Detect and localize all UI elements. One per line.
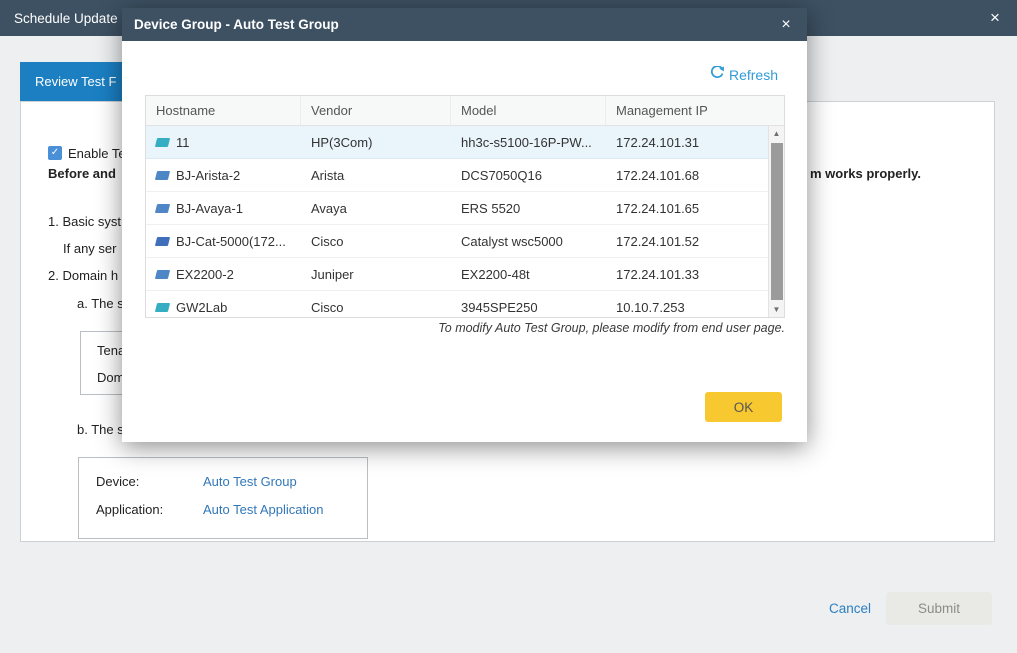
hostname-text: BJ-Cat-5000(172... <box>176 234 286 249</box>
screen: Schedule Update × Review Test F ✓ Enable… <box>0 0 1017 653</box>
cell-management-ip: 172.24.101.65 <box>606 201 768 216</box>
cell-hostname: EX2200-2 <box>146 267 301 282</box>
table-row[interactable]: GW2Lab Cisco3945SPE25010.10.7.253 <box>146 291 768 317</box>
table-row[interactable]: BJ-Arista-2 AristaDCS7050Q16172.24.101.68 <box>146 159 768 192</box>
device-label: Device: <box>96 474 139 489</box>
column-model[interactable]: Model <box>451 96 606 125</box>
tenant-label: Tena <box>97 343 125 358</box>
table-row[interactable]: 11 HP(3Com)hh3c-s5100-16P-PW...172.24.101… <box>146 126 768 159</box>
column-hostname[interactable]: Hostname <box>146 96 301 125</box>
cell-hostname: 11 <box>146 135 301 150</box>
cell-hostname: GW2Lab <box>146 300 301 315</box>
scroll-up-icon[interactable]: ▲ <box>769 126 784 141</box>
cell-vendor: Cisco <box>301 300 451 315</box>
device-table-body: 11HP(3Com)hh3c-s5100-16P-PW...172.24.101… <box>146 126 768 317</box>
window-title: Schedule Update <box>14 11 118 26</box>
refresh-label: Refresh <box>729 67 778 83</box>
cell-management-ip: 172.24.101.52 <box>606 234 768 249</box>
modify-note: To modify Auto Test Group, please modify… <box>145 321 785 335</box>
cell-vendor: Juniper <box>301 267 451 282</box>
step-basic-system: 1. Basic syst <box>48 214 121 229</box>
submit-button[interactable]: Submit <box>886 592 992 625</box>
domain-label: Dom <box>97 370 124 385</box>
dialog-title: Device Group - Auto Test Group <box>134 17 339 32</box>
router-icon <box>155 270 170 279</box>
cell-vendor: HP(3Com) <box>301 135 451 150</box>
hostname-text: BJ-Avaya-1 <box>176 201 243 216</box>
tab-label: Review Test F <box>35 74 116 89</box>
cell-management-ip: 172.24.101.33 <box>606 267 768 282</box>
dialog-close-icon[interactable]: × <box>777 16 795 34</box>
switch-icon <box>155 138 170 147</box>
table-row[interactable]: BJ-Avaya-1 AvayaERS 5520172.24.101.65 <box>146 192 768 225</box>
cell-vendor: Avaya <box>301 201 451 216</box>
cell-model: ERS 5520 <box>451 201 606 216</box>
table-row[interactable]: BJ-Cat-5000(172... CiscoCatalyst wsc50001… <box>146 225 768 258</box>
hostname-text: 11 <box>176 135 190 150</box>
cell-model: Catalyst wsc5000 <box>451 234 606 249</box>
cell-hostname: BJ-Arista-2 <box>146 168 301 183</box>
switch-icon <box>155 237 170 246</box>
cancel-button[interactable]: Cancel <box>829 601 871 616</box>
scrollbar-thumb[interactable] <box>771 143 783 300</box>
cell-model: EX2200-48t <box>451 267 606 282</box>
cell-vendor: Arista <box>301 168 451 183</box>
router-icon <box>155 303 170 312</box>
hostname-text: GW2Lab <box>176 300 227 315</box>
step-if-any: If any ser <box>63 241 116 256</box>
cell-management-ip: 10.10.7.253 <box>606 300 768 315</box>
ok-button[interactable]: OK <box>705 392 782 422</box>
device-table-header: Hostname Vendor Model Management IP <box>146 96 784 126</box>
refresh-icon <box>710 66 724 83</box>
application-label: Application: <box>96 502 163 517</box>
enable-checkbox[interactable]: ✓ <box>48 146 62 160</box>
cell-vendor: Cisco <box>301 234 451 249</box>
application-link[interactable]: Auto Test Application <box>203 502 323 517</box>
scroll-down-icon[interactable]: ▼ <box>769 302 784 317</box>
cell-hostname: BJ-Avaya-1 <box>146 201 301 216</box>
cell-management-ip: 172.24.101.31 <box>606 135 768 150</box>
table-row[interactable]: EX2200-2 JuniperEX2200-48t172.24.101.33 <box>146 258 768 291</box>
router-icon <box>155 171 170 180</box>
device-group-link[interactable]: Auto Test Group <box>203 474 297 489</box>
cell-model: DCS7050Q16 <box>451 168 606 183</box>
device-group-dialog: Device Group - Auto Test Group × Refresh… <box>122 8 807 442</box>
device-table: Hostname Vendor Model Management IP 11 HP… <box>145 95 785 318</box>
hostname-text: BJ-Arista-2 <box>176 168 240 183</box>
cell-hostname: BJ-Cat-5000(172... <box>146 234 301 249</box>
step-domain-health: 2. Domain h <box>48 268 118 283</box>
cell-model: hh3c-s5100-16P-PW... <box>451 135 606 150</box>
intro-text-left: Before and <box>48 166 116 181</box>
refresh-button[interactable]: Refresh <box>710 66 778 83</box>
window-close-icon[interactable]: × <box>985 8 1005 28</box>
table-scrollbar[interactable]: ▲ ▼ <box>768 126 784 317</box>
cell-management-ip: 172.24.101.68 <box>606 168 768 183</box>
column-vendor[interactable]: Vendor <box>301 96 451 125</box>
device-application-box: Device: Auto Test Group Application: Aut… <box>78 457 368 539</box>
cell-model: 3945SPE250 <box>451 300 606 315</box>
enable-label: Enable Te <box>68 146 126 161</box>
router-icon <box>155 204 170 213</box>
hostname-text: EX2200-2 <box>176 267 234 282</box>
intro-text-right: m works properly. <box>810 166 921 181</box>
column-management-ip[interactable]: Management IP <box>606 96 768 125</box>
dialog-titlebar: Device Group - Auto Test Group × <box>122 8 807 41</box>
